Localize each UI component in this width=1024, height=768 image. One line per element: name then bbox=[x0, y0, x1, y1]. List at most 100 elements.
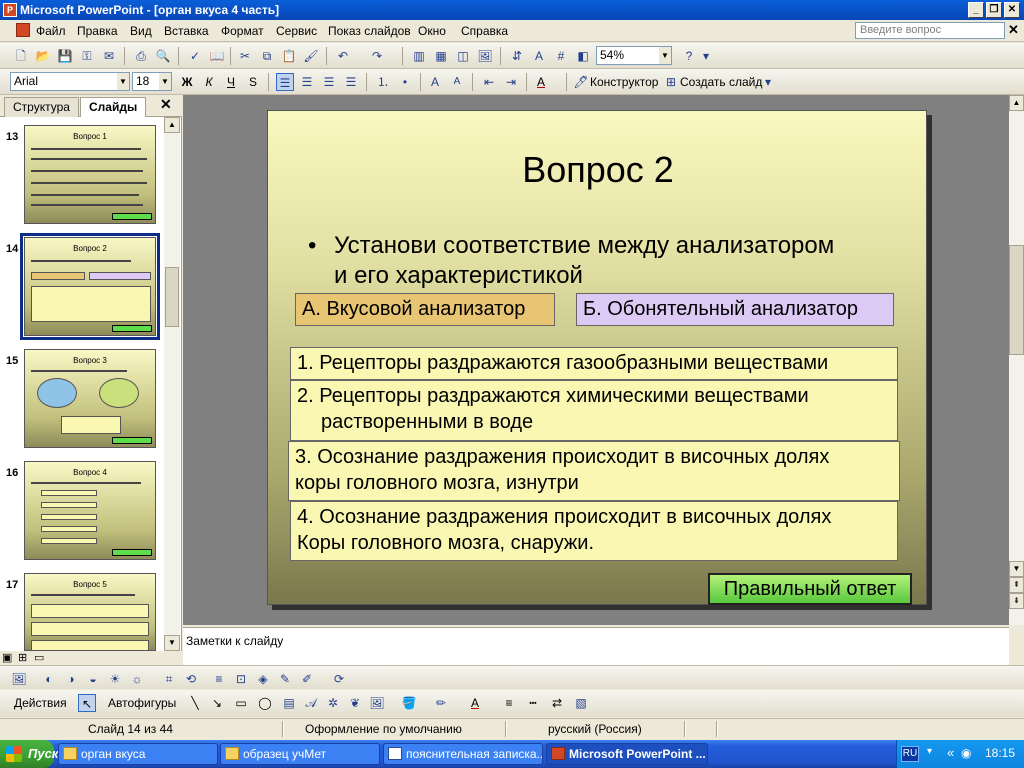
decrease-font-icon[interactable]: A bbox=[448, 73, 466, 91]
menu-slideshow[interactable]: Показ слайдов bbox=[328, 24, 411, 38]
scroll-up-icon[interactable]: ▲ bbox=[164, 117, 180, 133]
taskbar-item[interactable]: пояснительная записка... bbox=[383, 743, 543, 765]
help-question-input[interactable]: Введите вопрос bbox=[855, 22, 1005, 39]
line-weight-icon[interactable]: ≡ bbox=[500, 694, 518, 712]
next-slide-icon[interactable]: ⇟ bbox=[1009, 593, 1024, 609]
redo-icon[interactable]: ↷ bbox=[368, 47, 386, 65]
align-left-icon[interactable]: ☰ bbox=[276, 73, 294, 91]
analyzer-a-box[interactable]: А. Вкусовой анализатор bbox=[295, 293, 555, 326]
increase-indent-icon[interactable]: ⇥ bbox=[502, 73, 520, 91]
expand-all-icon[interactable]: ⇵ bbox=[508, 47, 526, 65]
scroll-thumb[interactable] bbox=[1009, 245, 1024, 355]
line-color-icon[interactable]: ✏ bbox=[432, 694, 450, 712]
contrast-more-icon[interactable]: ◑ bbox=[62, 670, 80, 688]
show-grid-icon[interactable]: # bbox=[552, 47, 570, 65]
picture-icon[interactable]: 🖼 bbox=[368, 694, 386, 712]
slide-thumbnail[interactable]: Вопрос 1 bbox=[24, 125, 156, 224]
print-icon[interactable]: ⎙ bbox=[132, 47, 150, 65]
reset-picture-icon[interactable]: ⟳ bbox=[330, 670, 348, 688]
shadow-style-icon[interactable]: ▧ bbox=[572, 694, 590, 712]
font-size-select[interactable]: 18 ▼ bbox=[132, 72, 172, 91]
diagram-icon[interactable]: ✲ bbox=[324, 694, 342, 712]
font-color-icon[interactable]: A bbox=[466, 694, 484, 712]
permission-icon[interactable]: ⚿ bbox=[78, 47, 96, 65]
bold-button[interactable]: Ж bbox=[178, 73, 196, 91]
decrease-indent-icon[interactable]: ⇤ bbox=[480, 73, 498, 91]
slide-scrollbar[interactable]: ▲ ▼ ⇞ ⇟ bbox=[1009, 95, 1024, 625]
increase-font-icon[interactable]: A bbox=[426, 73, 444, 91]
menu-format[interactable]: Формат bbox=[221, 24, 264, 38]
slide-thumbnail-selected[interactable]: Вопрос 2 bbox=[20, 233, 160, 340]
option-3-box[interactable]: 3. Осознание раздражения происходит в ви… bbox=[288, 441, 900, 501]
help-icon[interactable]: ? bbox=[680, 47, 698, 65]
arrow-style-icon[interactable]: ⇄ bbox=[548, 694, 566, 712]
textbox-icon[interactable]: ▤ bbox=[280, 694, 298, 712]
option-4-box[interactable]: 4. Осознание раздражения происходит в ви… bbox=[290, 501, 898, 561]
clipart-icon[interactable]: ❦ bbox=[346, 694, 364, 712]
close-icon[interactable]: ✕ bbox=[160, 96, 172, 113]
autoshapes-menu[interactable]: Автофигуры bbox=[108, 696, 176, 710]
crop-icon[interactable]: ⌗ bbox=[160, 670, 178, 688]
brightness-more-icon[interactable]: ☀ bbox=[106, 670, 124, 688]
taskbar-item[interactable]: орган вкуса bbox=[58, 743, 218, 765]
select-cursor-icon[interactable]: ↖ bbox=[78, 694, 96, 712]
scroll-up-icon[interactable]: ▲ bbox=[1009, 95, 1024, 111]
insert-chart-icon[interactable]: ▥ bbox=[410, 47, 428, 65]
new-slide-button[interactable]: Создать слайд bbox=[680, 75, 762, 89]
fill-color-icon[interactable]: 🪣 bbox=[400, 694, 418, 712]
taskbar-item-active[interactable]: Microsoft PowerPoint ... bbox=[546, 743, 708, 765]
analyzer-b-box[interactable]: Б. Обонятельный анализатор bbox=[576, 293, 894, 326]
justify-icon[interactable]: ☰ bbox=[342, 73, 360, 91]
scroll-down-icon[interactable]: ▼ bbox=[164, 635, 180, 651]
menu-edit[interactable]: Правка bbox=[77, 24, 118, 38]
normal-view-icon[interactable]: ▣ bbox=[2, 651, 12, 664]
scroll-thumb[interactable] bbox=[165, 267, 179, 327]
shadow-button[interactable]: S bbox=[244, 73, 262, 91]
slide-title[interactable]: Вопрос 2 bbox=[268, 149, 928, 191]
slide-thumbnail[interactable]: Вопрос 4 bbox=[24, 461, 156, 560]
minimize-button[interactable]: _ bbox=[968, 2, 984, 18]
research-icon[interactable]: 📖 bbox=[208, 47, 226, 65]
new-icon[interactable]: 🗋 bbox=[12, 47, 30, 65]
menu-insert[interactable]: Вставка bbox=[164, 24, 209, 38]
tab-slides[interactable]: Слайды bbox=[80, 97, 147, 117]
language-indicator[interactable]: RU bbox=[901, 746, 919, 762]
show-formatting-icon[interactable]: A bbox=[530, 47, 548, 65]
line-icon[interactable]: ╲ bbox=[186, 694, 204, 712]
oval-icon[interactable]: ◯ bbox=[256, 694, 274, 712]
previous-slide-icon[interactable]: ⇞ bbox=[1009, 577, 1024, 593]
toolbar-options-icon[interactable]: ▾ bbox=[702, 47, 710, 65]
document-close-icon[interactable]: ✕ bbox=[1008, 22, 1019, 38]
correct-answer-button[interactable]: Правильный ответ bbox=[708, 573, 912, 605]
tray-menu-icon[interactable]: ▾ bbox=[927, 746, 932, 757]
slideshow-view-icon[interactable]: ▭ bbox=[34, 651, 44, 664]
rotate-icon[interactable]: ⟲ bbox=[182, 670, 200, 688]
print-preview-icon[interactable]: 🔍 bbox=[154, 47, 172, 65]
option-1-box[interactable]: 1. Рецепторы раздражаются газообразными … bbox=[290, 347, 898, 380]
slide-canvas[interactable]: Вопрос 2 • Установи соответствие между а… bbox=[267, 110, 927, 605]
insert-picture-icon[interactable]: 🖼 bbox=[10, 670, 28, 688]
maximize-button[interactable]: ❐ bbox=[986, 2, 1002, 18]
spelling-icon[interactable]: ✓ bbox=[186, 47, 204, 65]
font-select[interactable]: Arial ▼ bbox=[10, 72, 130, 91]
cut-icon[interactable]: ✂ bbox=[236, 47, 254, 65]
underline-button[interactable]: Ч bbox=[222, 73, 240, 91]
italic-button[interactable]: К bbox=[200, 73, 218, 91]
menu-file[interactable]: Файл bbox=[36, 24, 66, 38]
copy-icon[interactable]: ⧉ bbox=[258, 47, 276, 65]
recolor-icon[interactable]: ◈ bbox=[254, 670, 272, 688]
arrow-icon[interactable]: ↘ bbox=[208, 694, 226, 712]
email-icon[interactable]: ✉ bbox=[100, 47, 118, 65]
transparent-color-icon[interactable]: ✐ bbox=[298, 670, 316, 688]
design-button[interactable]: Конструктор bbox=[590, 75, 658, 89]
insert-diagram-icon[interactable]: ◫ bbox=[454, 47, 472, 65]
menu-tools[interactable]: Сервис bbox=[276, 24, 317, 38]
save-icon[interactable]: 💾 bbox=[56, 47, 74, 65]
pane-scrollbar[interactable]: ▲ ▼ bbox=[164, 117, 180, 651]
menu-view[interactable]: Вид bbox=[130, 24, 152, 38]
start-button[interactable]: Пуск bbox=[0, 740, 58, 768]
dash-style-icon[interactable]: ┅ bbox=[524, 694, 542, 712]
network-icon[interactable]: ◉ bbox=[961, 746, 971, 760]
contrast-less-icon[interactable]: ◒ bbox=[84, 670, 102, 688]
line-style-icon[interactable]: ≡ bbox=[210, 670, 228, 688]
